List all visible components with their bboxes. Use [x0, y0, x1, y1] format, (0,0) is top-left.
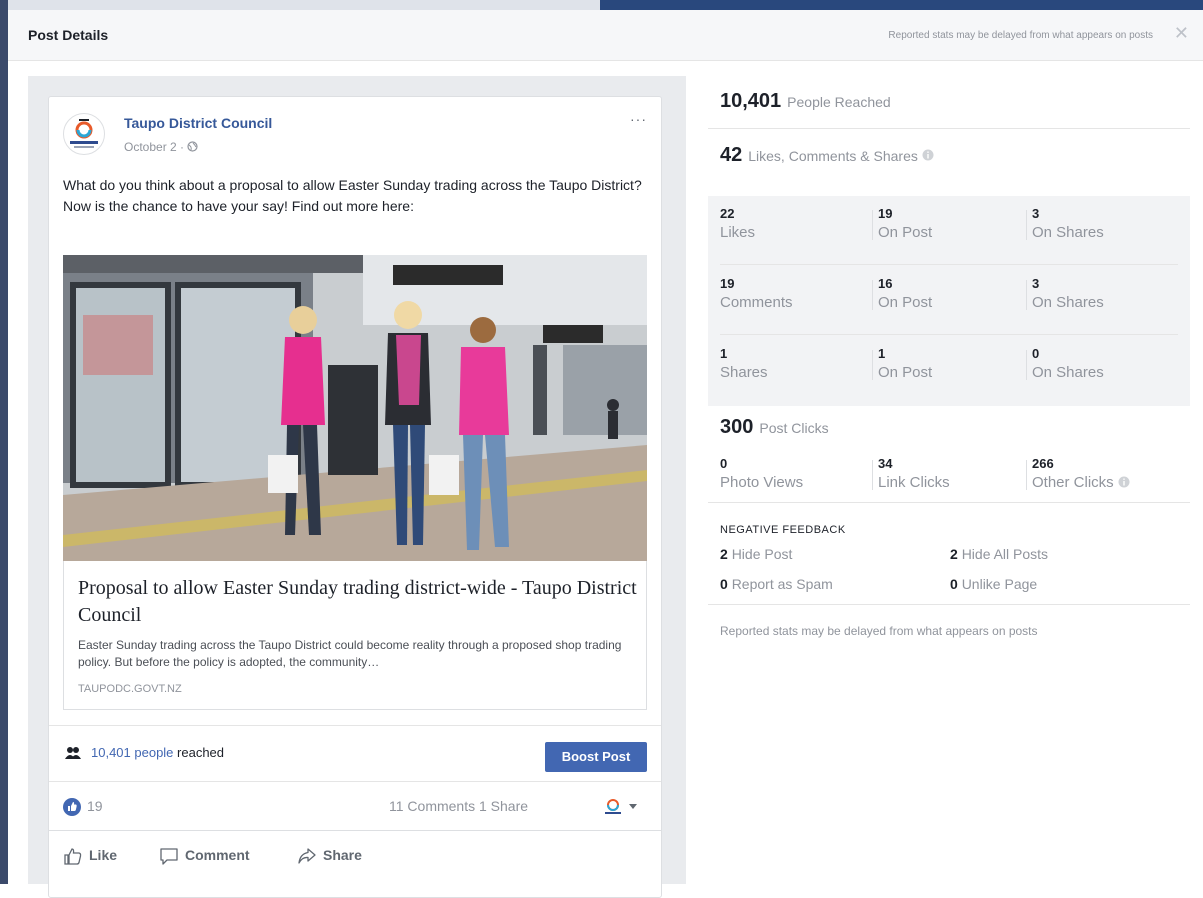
- comments-shares-count[interactable]: 11 Comments 1 Share: [389, 798, 528, 814]
- post-details-modal: Post Details Reported stats may be delay…: [8, 10, 1203, 898]
- close-icon[interactable]: ✕: [1174, 24, 1189, 42]
- like-icon: [64, 848, 82, 865]
- likes-on-post: 19 On Post: [878, 206, 933, 241]
- post-preview-panel: Taupo District Council October 2 · ··· W…: [28, 76, 686, 898]
- hide-all-posts-stat: 2 Hide All Posts: [950, 546, 1049, 562]
- modal-title: Post Details: [28, 27, 109, 43]
- link-clicks: 34 Link Clicks: [878, 456, 950, 491]
- link-domain: TAUPODC.GOVT.NZ: [78, 683, 182, 695]
- page-avatar[interactable]: [63, 113, 105, 155]
- boost-post-button[interactable]: Boost Post: [545, 742, 647, 772]
- comment-button[interactable]: Comment: [159, 847, 250, 865]
- modal-header: Post Details Reported stats may be delay…: [8, 10, 1203, 61]
- reactions-row: 19 11 Comments 1 Share: [49, 781, 661, 830]
- post-card: Taupo District Council October 2 · ··· W…: [48, 96, 662, 898]
- reach-text: 10,401 people reached: [91, 745, 224, 760]
- background-left-bar: [0, 0, 8, 884]
- more-icon[interactable]: ···: [630, 111, 647, 127]
- people-reached-label: People Reached: [787, 94, 891, 110]
- engagement-section: 42 Likes, Comments & Shares: [708, 128, 1190, 196]
- likes-total: 22 Likes: [720, 206, 756, 241]
- action-row: Like Comment Share: [49, 830, 661, 883]
- like-count[interactable]: 19: [87, 798, 103, 814]
- post-clicks-section: 300 Post Clicks 0 Photo Views 34 Link Click…: [708, 406, 1190, 503]
- like-label: Like: [89, 847, 118, 863]
- post-date[interactable]: October 2 ·: [124, 140, 198, 154]
- link-preview[interactable]: Proposal to allow Easter Sunday trading …: [63, 561, 647, 710]
- chevron-down-icon: [629, 804, 637, 809]
- reach-row: 10,401 people reached Boost Post: [49, 725, 661, 782]
- post-date-text: October 2 ·: [124, 140, 188, 154]
- negative-feedback-heading: NEGATIVE FEEDBACK: [720, 524, 846, 536]
- share-button[interactable]: Share: [297, 847, 362, 865]
- people-icon: [65, 746, 81, 760]
- reach-count-link[interactable]: 10,401 people: [91, 745, 173, 760]
- likes-on-shares: 3 On Shares: [1032, 206, 1104, 241]
- reach-suffix: reached: [173, 745, 225, 760]
- comments-total: 19 Comments: [720, 276, 793, 311]
- info-icon[interactable]: [1118, 474, 1130, 491]
- link-title[interactable]: Proposal to allow Easter Sunday trading …: [78, 575, 638, 629]
- unlike-page-stat: 0 Unlike Page: [950, 576, 1038, 592]
- shares-total: 1 Shares: [720, 346, 768, 381]
- stats-footnote: Reported stats may be delayed from what …: [720, 624, 1038, 638]
- people-reached-value: 10,401: [720, 90, 782, 112]
- engagement-breakdown: 22 Likes 19 On Post 3 On Shares 19 Comments …: [708, 196, 1190, 406]
- engagement-label: Likes, Comments & Shares: [748, 148, 918, 164]
- share-icon: [298, 848, 316, 864]
- like-reaction-icon[interactable]: [63, 798, 81, 816]
- post-photo[interactable]: [63, 255, 647, 561]
- people-reached-section: 10,401 People Reached: [708, 76, 1190, 129]
- globe-icon: [187, 140, 198, 154]
- engagement-value: 42: [720, 144, 743, 166]
- comments-on-post: 16 On Post: [878, 276, 933, 311]
- comment-label: Comment: [185, 847, 250, 863]
- photo-views: 0 Photo Views: [720, 456, 804, 491]
- background-strip: [0, 0, 1203, 10]
- report-spam-stat: 0 Report as Spam: [720, 576, 833, 592]
- comment-icon: [160, 848, 178, 865]
- share-label: Share: [323, 847, 362, 863]
- comments-on-shares: 3 On Shares: [1032, 276, 1104, 311]
- like-button[interactable]: Like: [63, 847, 117, 865]
- post-clicks-value: 300: [720, 416, 754, 438]
- shares-on-post: 1 On Post: [878, 346, 933, 381]
- hide-post-stat: 2 Hide Post: [720, 546, 793, 562]
- info-icon[interactable]: [922, 148, 934, 165]
- header-note: Reported stats may be delayed from what …: [888, 30, 1153, 41]
- other-clicks: 266 Other Clicks: [1032, 456, 1130, 491]
- shares-on-shares: 0 On Shares: [1032, 346, 1104, 381]
- post-clicks-label: Post Clicks: [759, 420, 829, 436]
- page-name-link[interactable]: Taupo District Council: [124, 115, 272, 131]
- post-text: What do you think about a proposal to al…: [63, 177, 642, 214]
- page-selector[interactable]: [597, 796, 645, 816]
- link-description: Easter Sunday trading across the Taupo D…: [78, 638, 622, 669]
